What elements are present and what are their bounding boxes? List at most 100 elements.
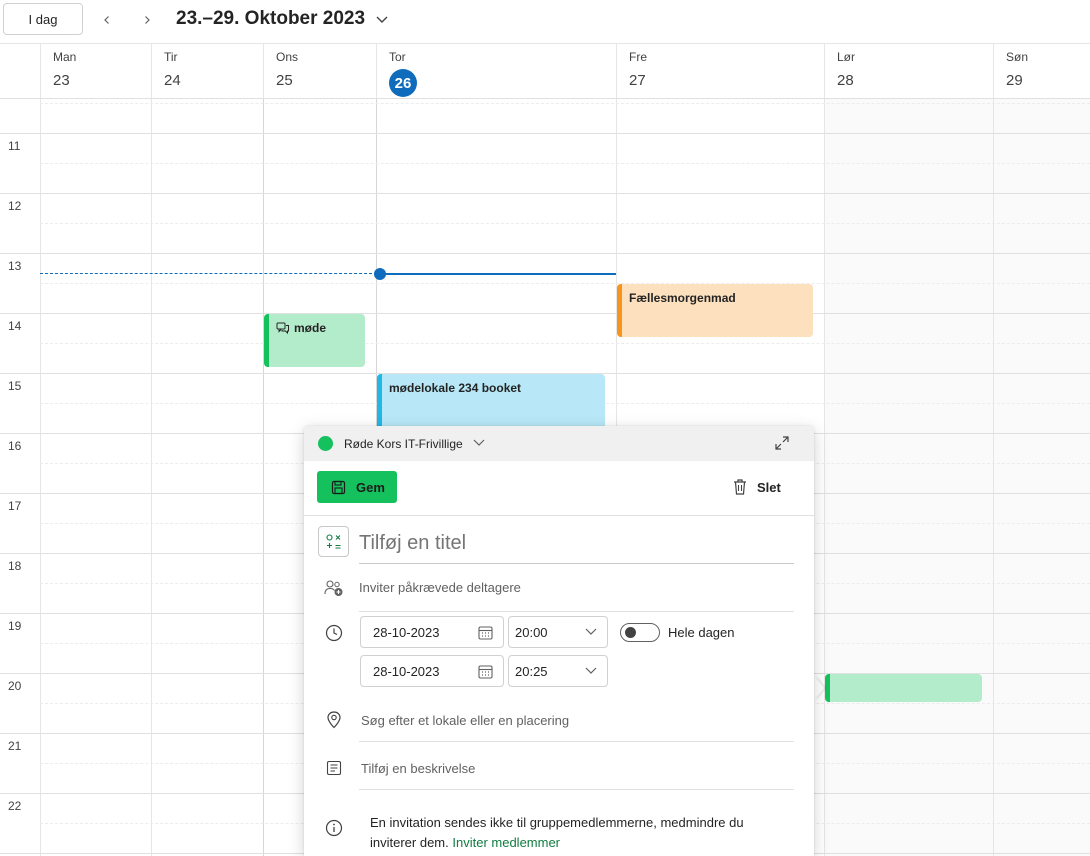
- end-date-picker[interactable]: 28-10-2023: [360, 655, 504, 687]
- current-time-line: [380, 273, 616, 275]
- event-title: møde: [294, 321, 327, 335]
- hour-label: 15: [8, 379, 22, 393]
- event-mode[interactable]: møde: [264, 314, 365, 367]
- hour-label: 11: [8, 139, 21, 153]
- calendar-icon: [478, 625, 493, 643]
- clock-icon: [324, 623, 344, 643]
- event-title: Fællesmorgenmad: [629, 291, 736, 305]
- half-hour-line: [40, 283, 1090, 284]
- half-hour-line: [40, 343, 1090, 344]
- expand-icon[interactable]: [774, 435, 790, 454]
- all-day-toggle[interactable]: [620, 623, 660, 642]
- event-new-draft[interactable]: [825, 674, 982, 702]
- today-button[interactable]: I dag: [3, 3, 83, 35]
- day-column-sun[interactable]: [993, 99, 1090, 856]
- invite-members-link[interactable]: Inviter medlemmer: [452, 835, 560, 850]
- day-header-sun[interactable]: Søn 29: [993, 44, 1090, 99]
- hour-label: 13: [8, 259, 22, 273]
- description-icon: [324, 758, 344, 778]
- hour-label: 19: [8, 619, 22, 633]
- toolbar-divider: [304, 515, 814, 516]
- hour-label: 22: [8, 799, 22, 813]
- save-label: Gem: [356, 479, 385, 495]
- end-time-dropdown[interactable]: 20:25: [508, 655, 608, 687]
- event-color-bar: [617, 284, 622, 337]
- hour-line: [0, 253, 1090, 254]
- day-number: 28: [837, 72, 854, 89]
- day-header-wed[interactable]: Ons 25: [263, 44, 376, 99]
- category-icon[interactable]: [318, 526, 349, 557]
- half-hour-line: [40, 103, 1090, 104]
- today-badge: 26: [389, 69, 417, 97]
- popup-pointer: [814, 676, 824, 700]
- day-header-fri[interactable]: Fre 27: [616, 44, 824, 99]
- current-time-line-dashed: [40, 273, 377, 274]
- event-color-bar: [825, 674, 830, 702]
- day-name: Ons: [276, 50, 299, 64]
- description-input[interactable]: Tilføj en beskrivelse: [361, 761, 475, 776]
- delete-label: Slet: [757, 479, 781, 495]
- all-day-label: Hele dagen: [668, 625, 735, 640]
- chevron-down-icon: [584, 665, 598, 680]
- chevron-down-icon[interactable]: [472, 436, 486, 451]
- location-icon: [324, 710, 344, 730]
- description-underline: [359, 789, 794, 790]
- popup-header: Røde Kors IT-Frivillige: [304, 426, 814, 461]
- day-column-mon[interactable]: [40, 99, 151, 856]
- start-time-dropdown[interactable]: 20:00: [508, 616, 608, 648]
- event-color-bar: [264, 314, 269, 367]
- event-label: møde: [276, 321, 326, 335]
- chevron-right-icon[interactable]: [137, 10, 157, 30]
- day-header-thu[interactable]: Tor 26: [376, 44, 616, 99]
- half-hour-line: [40, 223, 1090, 224]
- day-name: Søn: [1006, 50, 1029, 64]
- hour-line: [0, 313, 1090, 314]
- date-range-label: 23.–29. Oktober 2023: [176, 8, 366, 29]
- start-date-value: 28-10-2023: [373, 624, 440, 640]
- end-time-value: 20:25: [515, 663, 548, 679]
- day-column-tue[interactable]: [151, 99, 263, 856]
- day-column-sat[interactable]: [824, 99, 993, 856]
- event-faellesmorgenmad[interactable]: Fællesmorgenmad: [617, 284, 813, 337]
- event-color-bar: [377, 374, 382, 426]
- date-range-picker[interactable]: 23.–29. Oktober 2023: [176, 8, 389, 30]
- event-modelokale[interactable]: mødelokale 234 booket: [377, 374, 605, 426]
- current-time-dot: [374, 268, 386, 280]
- day-name: Man: [53, 50, 77, 64]
- half-hour-line: [40, 163, 1090, 164]
- calendar-color-dot: [318, 436, 333, 451]
- day-name: Lør: [837, 50, 855, 64]
- invitation-notice: En invitation sendes ikke til gruppemedl…: [370, 813, 790, 853]
- add-people-icon: [324, 578, 344, 598]
- hour-line: [0, 193, 1090, 194]
- save-button[interactable]: Gem: [317, 471, 397, 503]
- day-header-sat[interactable]: Lør 28: [824, 44, 993, 99]
- day-header-tue[interactable]: Tir 24: [151, 44, 263, 99]
- calendar-name[interactable]: Røde Kors IT-Frivillige: [344, 437, 463, 451]
- end-date-value: 28-10-2023: [373, 663, 440, 679]
- location-input[interactable]: Søg efter et lokale eller en placering: [361, 713, 569, 728]
- info-icon: [324, 818, 344, 838]
- chevron-left-icon[interactable]: [97, 10, 117, 30]
- calendar-icon: [478, 664, 493, 682]
- attendees-input[interactable]: Inviter påkrævede deltagere: [359, 580, 521, 595]
- day-name: Tor: [389, 50, 406, 64]
- day-number: 24: [164, 72, 181, 89]
- title-input[interactable]: [359, 532, 789, 555]
- hour-label: 12: [8, 199, 22, 213]
- chevron-down-icon: [584, 626, 598, 641]
- start-date-picker[interactable]: 28-10-2023: [360, 616, 504, 648]
- hour-label: 18: [8, 559, 22, 573]
- hour-label: 16: [8, 439, 22, 453]
- start-time-value: 20:00: [515, 624, 548, 640]
- day-number: 29: [1006, 72, 1023, 89]
- day-number: 25: [276, 72, 293, 89]
- trash-icon: [734, 479, 746, 495]
- event-label: Fællesmorgenmad: [629, 291, 736, 305]
- hour-label: 21: [8, 739, 22, 753]
- day-header-mon[interactable]: Man 23: [40, 44, 151, 99]
- hour-label: 14: [8, 319, 22, 333]
- chevron-down-icon: [376, 16, 388, 23]
- event-label: mødelokale 234 booket: [389, 381, 521, 395]
- delete-button[interactable]: Slet: [732, 478, 781, 496]
